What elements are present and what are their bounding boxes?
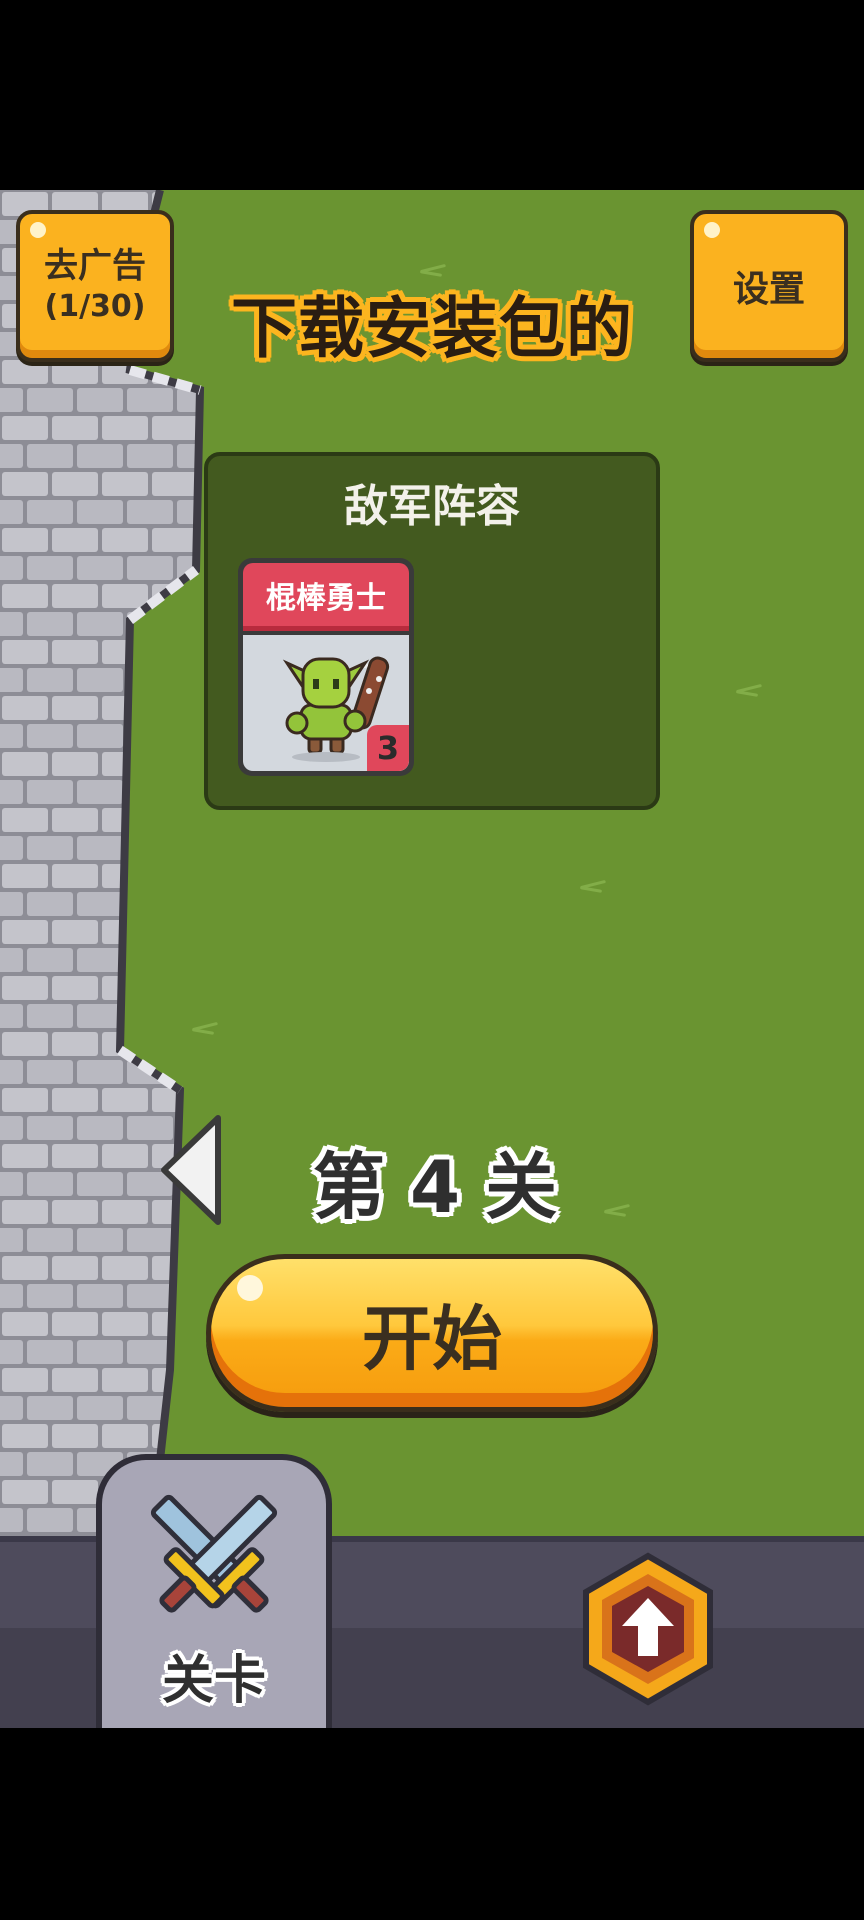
unit-name: 棍棒勇士	[243, 563, 409, 631]
enemy-lineup-heading: 敌军阵容	[344, 481, 520, 532]
goblin-club-warrior-icon: 3	[243, 635, 409, 771]
settings-label: 设置	[732, 269, 805, 310]
enemy-lineup-panel: 敌军阵容 棍棒勇士 3	[204, 452, 660, 810]
remove-ads-label: 去广告	[44, 246, 146, 286]
crossed-swords-icon	[150, 1494, 278, 1613]
grass-tuft	[604, 1206, 630, 1216]
level-number: 第 4 关	[312, 1145, 558, 1229]
tab-levels[interactable]: 关卡	[96, 1454, 332, 1728]
unit-count-badge: 3	[367, 725, 409, 771]
previous-level-arrow-icon[interactable]	[156, 1112, 228, 1228]
remove-ads-count: (1/30)	[44, 289, 146, 324]
button-shine	[30, 222, 46, 238]
grass-tuft	[736, 686, 762, 696]
tab-levels-label: 关卡	[161, 1651, 266, 1711]
game-screen: 去广告 (1/30) 设置 下载安装包的 敌军阵容 棍棒勇士 3 第 4 关 开…	[0, 190, 864, 1728]
start-button[interactable]: 开始	[206, 1254, 658, 1412]
unit-card[interactable]: 棍棒勇士 3	[238, 558, 414, 776]
page-title: 下载安装包的	[231, 290, 633, 367]
castle-wall	[0, 190, 205, 1550]
start-label: 开始	[362, 1297, 502, 1380]
button-shine	[704, 222, 720, 238]
button-shine	[237, 1275, 263, 1301]
upgrade-arrow-icon[interactable]	[580, 1552, 716, 1708]
grass-tuft	[580, 882, 606, 892]
